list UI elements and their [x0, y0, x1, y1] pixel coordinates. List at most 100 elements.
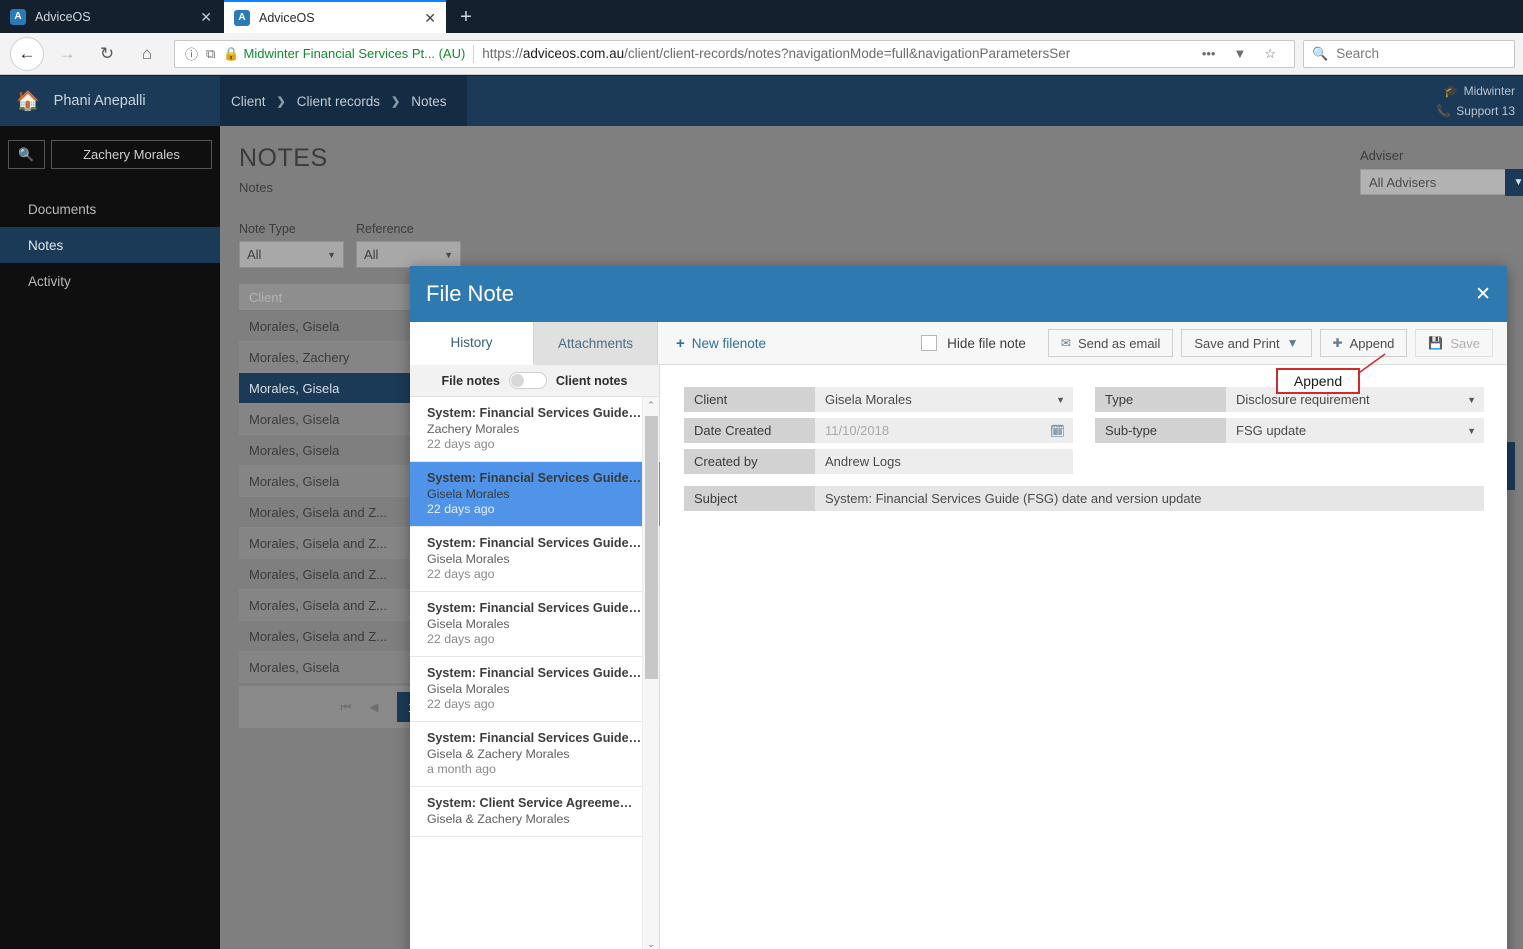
home-icon[interactable]: ⌂: [130, 37, 164, 71]
home-icon[interactable]: 🏠: [16, 89, 40, 113]
sidebar-user-header[interactable]: 🏠 Phani Anepalli: [0, 76, 220, 126]
toolbar-actions: Hide file note ✉ Send as email Save and …: [921, 322, 1507, 364]
chevron-down-icon[interactable]: ▼: [1505, 169, 1523, 196]
reload-icon[interactable]: ↻: [90, 37, 124, 71]
button-label: Save: [1450, 335, 1480, 351]
history-item-person: Gisela & Zachery Morales: [427, 747, 570, 761]
app-sidebar: 🏠 Phani Anepalli 🔍 Zachery Morales Docum…: [0, 76, 220, 949]
bookmark-star-icon[interactable]: ☆: [1264, 46, 1276, 62]
history-item-time: 22 days ago: [427, 567, 495, 581]
adviser-select[interactable]: All Advisers ▼: [1360, 169, 1523, 196]
browser-tab-1[interactable]: A AdviceOS ✕: [0, 0, 222, 33]
browser-tab-2[interactable]: A AdviceOS ✕: [224, 0, 446, 33]
filter-reference: Reference All ▼: [356, 222, 461, 268]
chevron-right-icon: ❯: [276, 95, 286, 108]
close-icon[interactable]: ✕: [408, 11, 436, 25]
history-scrollbar[interactable]: ⌃ ⌄: [642, 397, 659, 949]
adviceos-favicon: A: [10, 8, 26, 25]
search-icon: 🔍: [1312, 45, 1329, 61]
search-icon[interactable]: 🔍: [8, 140, 45, 169]
scroll-up-icon[interactable]: ⌃: [643, 397, 659, 414]
dialog-toolbar: History Attachments + New filenote Hide …: [410, 322, 1507, 365]
column-header-client[interactable]: Client: [239, 290, 424, 305]
cell-client: Morales, Gisela: [249, 411, 340, 427]
history-list-item[interactable]: System: Client Service Agreeme… Gisela & …: [410, 787, 660, 837]
sidebar-item-activity[interactable]: Activity: [0, 263, 220, 299]
pocket-icon[interactable]: ▼: [1233, 46, 1246, 61]
sidebar-client-name[interactable]: Zachery Morales: [51, 140, 212, 169]
hide-file-note-control[interactable]: Hide file note: [921, 335, 1026, 351]
field-label: Subject: [684, 486, 815, 511]
history-item-person: Gisela Morales: [427, 682, 510, 696]
new-tab-icon[interactable]: +: [452, 4, 480, 30]
breadcrumb-client[interactable]: Client: [231, 94, 266, 109]
sidebar-item-documents[interactable]: Documents: [0, 191, 220, 227]
history-item-title: System: Financial Services Guide…: [427, 601, 642, 615]
history-item-time: 22 days ago: [427, 697, 495, 711]
field-date-created: Date Created 11/10/2018 🗓: [684, 418, 1073, 443]
date-created-input[interactable]: 11/10/2018 🗓: [815, 418, 1073, 443]
toggle-label-file-notes: File notes: [441, 373, 500, 388]
page-info-icon[interactable]: ⓘ: [185, 44, 198, 63]
prev-page-icon[interactable]: ◀: [369, 700, 378, 714]
lock-icon[interactable]: 🔒: [223, 46, 239, 62]
calendar-icon[interactable]: 🗓: [1050, 424, 1065, 438]
browser-search-box[interactable]: 🔍 Search: [1303, 39, 1515, 68]
header-link-midwinter[interactable]: 🎓 Midwinter: [1375, 81, 1515, 101]
page-actions-icon[interactable]: •••: [1202, 46, 1216, 61]
history-list-item[interactable]: System: Financial Services Guide… Gisela …: [410, 722, 660, 787]
scrollbar-thumb[interactable]: [645, 416, 658, 679]
history-item-person: Zachery Morales: [427, 422, 520, 436]
tab-history[interactable]: History: [410, 322, 534, 365]
sidebar-nav: Documents Notes Activity: [0, 191, 220, 299]
tracking-protection-icon[interactable]: ⧉: [206, 46, 215, 62]
history-list-item[interactable]: System: Financial Services Guide… Gisela …: [410, 462, 660, 527]
breadcrumb-notes[interactable]: Notes: [411, 94, 446, 109]
header-link-support[interactable]: 📞 Support 13: [1375, 101, 1515, 121]
save-and-print-button[interactable]: Save and Print ▼: [1181, 329, 1312, 357]
sub-type-select[interactable]: FSG update ▼: [1226, 418, 1484, 443]
reference-select[interactable]: All ▼: [356, 241, 461, 268]
file-client-notes-switch[interactable]: [508, 372, 547, 389]
history-item-title: System: Financial Services Guide…: [427, 406, 642, 420]
history-list-item[interactable]: System: Financial Services Guide… Zachery…: [410, 397, 660, 462]
first-page-icon[interactable]: ⏮: [340, 700, 351, 715]
note-type-select[interactable]: All ▼: [239, 241, 344, 268]
cell-client: Morales, Gisela: [249, 442, 340, 458]
history-list-item[interactable]: System: Financial Services Guide… Gisela …: [410, 657, 660, 722]
annotation-append-callout: Append: [1276, 368, 1360, 394]
field-created-by: Created by Andrew Logs: [684, 449, 1073, 474]
hide-file-note-checkbox[interactable]: [921, 335, 938, 351]
back-icon[interactable]: ←: [10, 36, 44, 71]
cell-client: Morales, Gisela: [249, 659, 340, 675]
notes-type-toggle[interactable]: File notes Client notes: [410, 365, 659, 397]
cell-client: Morales, Gisela: [249, 380, 340, 396]
sidebar-item-notes[interactable]: Notes: [0, 227, 220, 263]
history-item-time: a month ago: [427, 762, 496, 776]
subject-value[interactable]: System: Financial Services Guide (FSG) d…: [815, 486, 1484, 511]
send-as-email-button[interactable]: ✉ Send as email: [1047, 329, 1174, 357]
forward-icon[interactable]: →: [50, 37, 84, 71]
append-button[interactable]: ✚ Append: [1319, 329, 1408, 357]
filter-label: Reference: [356, 222, 414, 236]
breadcrumb-client-records[interactable]: Client records: [297, 94, 380, 109]
address-bar[interactable]: ⓘ ⧉ 🔒 Midwinter Financial Services Pt...…: [174, 39, 1295, 68]
history-list-item[interactable]: System: Financial Services Guide… Gisela …: [410, 592, 660, 657]
close-icon[interactable]: ✕: [184, 10, 212, 24]
history-list: System: Financial Services Guide… Zachery…: [410, 397, 660, 949]
client-select[interactable]: Gisela Morales ▼: [815, 387, 1073, 412]
filter-label: Note Type: [239, 222, 296, 236]
history-item-person: Gisela Morales: [427, 617, 510, 631]
adviser-value: All Advisers: [1369, 174, 1437, 190]
scroll-down-icon[interactable]: ⌄: [643, 936, 659, 949]
history-list-item[interactable]: System: Financial Services Guide… Gisela …: [410, 527, 660, 592]
filter-note-type: Note Type All ▼: [239, 222, 344, 268]
chevron-down-icon: ▼: [327, 249, 336, 260]
field-label: Client: [684, 387, 815, 412]
new-filenote-button[interactable]: + New filenote: [658, 322, 784, 364]
close-icon[interactable]: ✕: [1475, 285, 1491, 304]
plus-icon: +: [676, 334, 685, 352]
url-divider: [473, 44, 475, 63]
tab-attachments[interactable]: Attachments: [534, 322, 658, 364]
cell-client: Morales, Gisela and Z...: [249, 628, 387, 644]
